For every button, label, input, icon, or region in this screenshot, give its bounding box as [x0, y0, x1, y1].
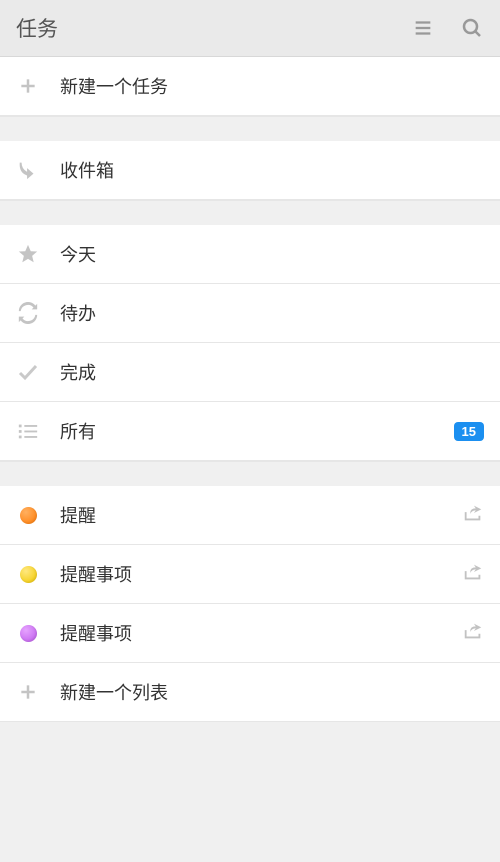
filter-pending[interactable]: 待办 [0, 284, 500, 343]
list-icon [16, 419, 40, 443]
share-icon[interactable] [462, 561, 484, 588]
menu-icon[interactable] [412, 17, 434, 39]
share-icon[interactable] [462, 620, 484, 647]
star-icon [16, 242, 40, 266]
inbox-label: 收件箱 [60, 157, 484, 183]
inbox-arrow-icon [16, 158, 40, 182]
page-title: 任务 [16, 13, 58, 43]
new-task-label: 新建一个任务 [60, 73, 484, 99]
new-task-row[interactable]: 新建一个任务 [0, 57, 500, 116]
list-item-label: 提醒事项 [60, 620, 462, 646]
filter-today-label: 今天 [60, 241, 484, 267]
count-badge: 15 [454, 422, 484, 441]
color-dot-icon [16, 562, 40, 586]
list-item[interactable]: 提醒事项 [0, 545, 500, 604]
filter-all[interactable]: 所有 15 [0, 402, 500, 461]
filter-done-label: 完成 [60, 359, 484, 385]
color-dot-icon [16, 503, 40, 527]
share-icon[interactable] [462, 502, 484, 529]
filter-done[interactable]: 完成 [0, 343, 500, 402]
list-item[interactable]: 提醒 [0, 486, 500, 545]
header: 任务 [0, 0, 500, 57]
refresh-icon [16, 301, 40, 325]
plus-icon [16, 74, 40, 98]
checkmark-icon [16, 360, 40, 384]
section-gap [0, 116, 500, 141]
new-list-row[interactable]: 新建一个列表 [0, 663, 500, 722]
search-icon[interactable] [460, 16, 484, 40]
list-item[interactable]: 提醒事项 [0, 604, 500, 663]
filter-today[interactable]: 今天 [0, 225, 500, 284]
list-item-label: 提醒 [60, 502, 462, 528]
header-actions [412, 16, 484, 40]
plus-icon [16, 680, 40, 704]
list-item-label: 提醒事项 [60, 561, 462, 587]
filter-pending-label: 待办 [60, 300, 484, 326]
filter-all-label: 所有 [60, 418, 454, 444]
new-list-label: 新建一个列表 [60, 679, 484, 705]
inbox-row[interactable]: 收件箱 [0, 141, 500, 200]
section-gap [0, 200, 500, 225]
color-dot-icon [16, 621, 40, 645]
section-gap [0, 461, 500, 486]
